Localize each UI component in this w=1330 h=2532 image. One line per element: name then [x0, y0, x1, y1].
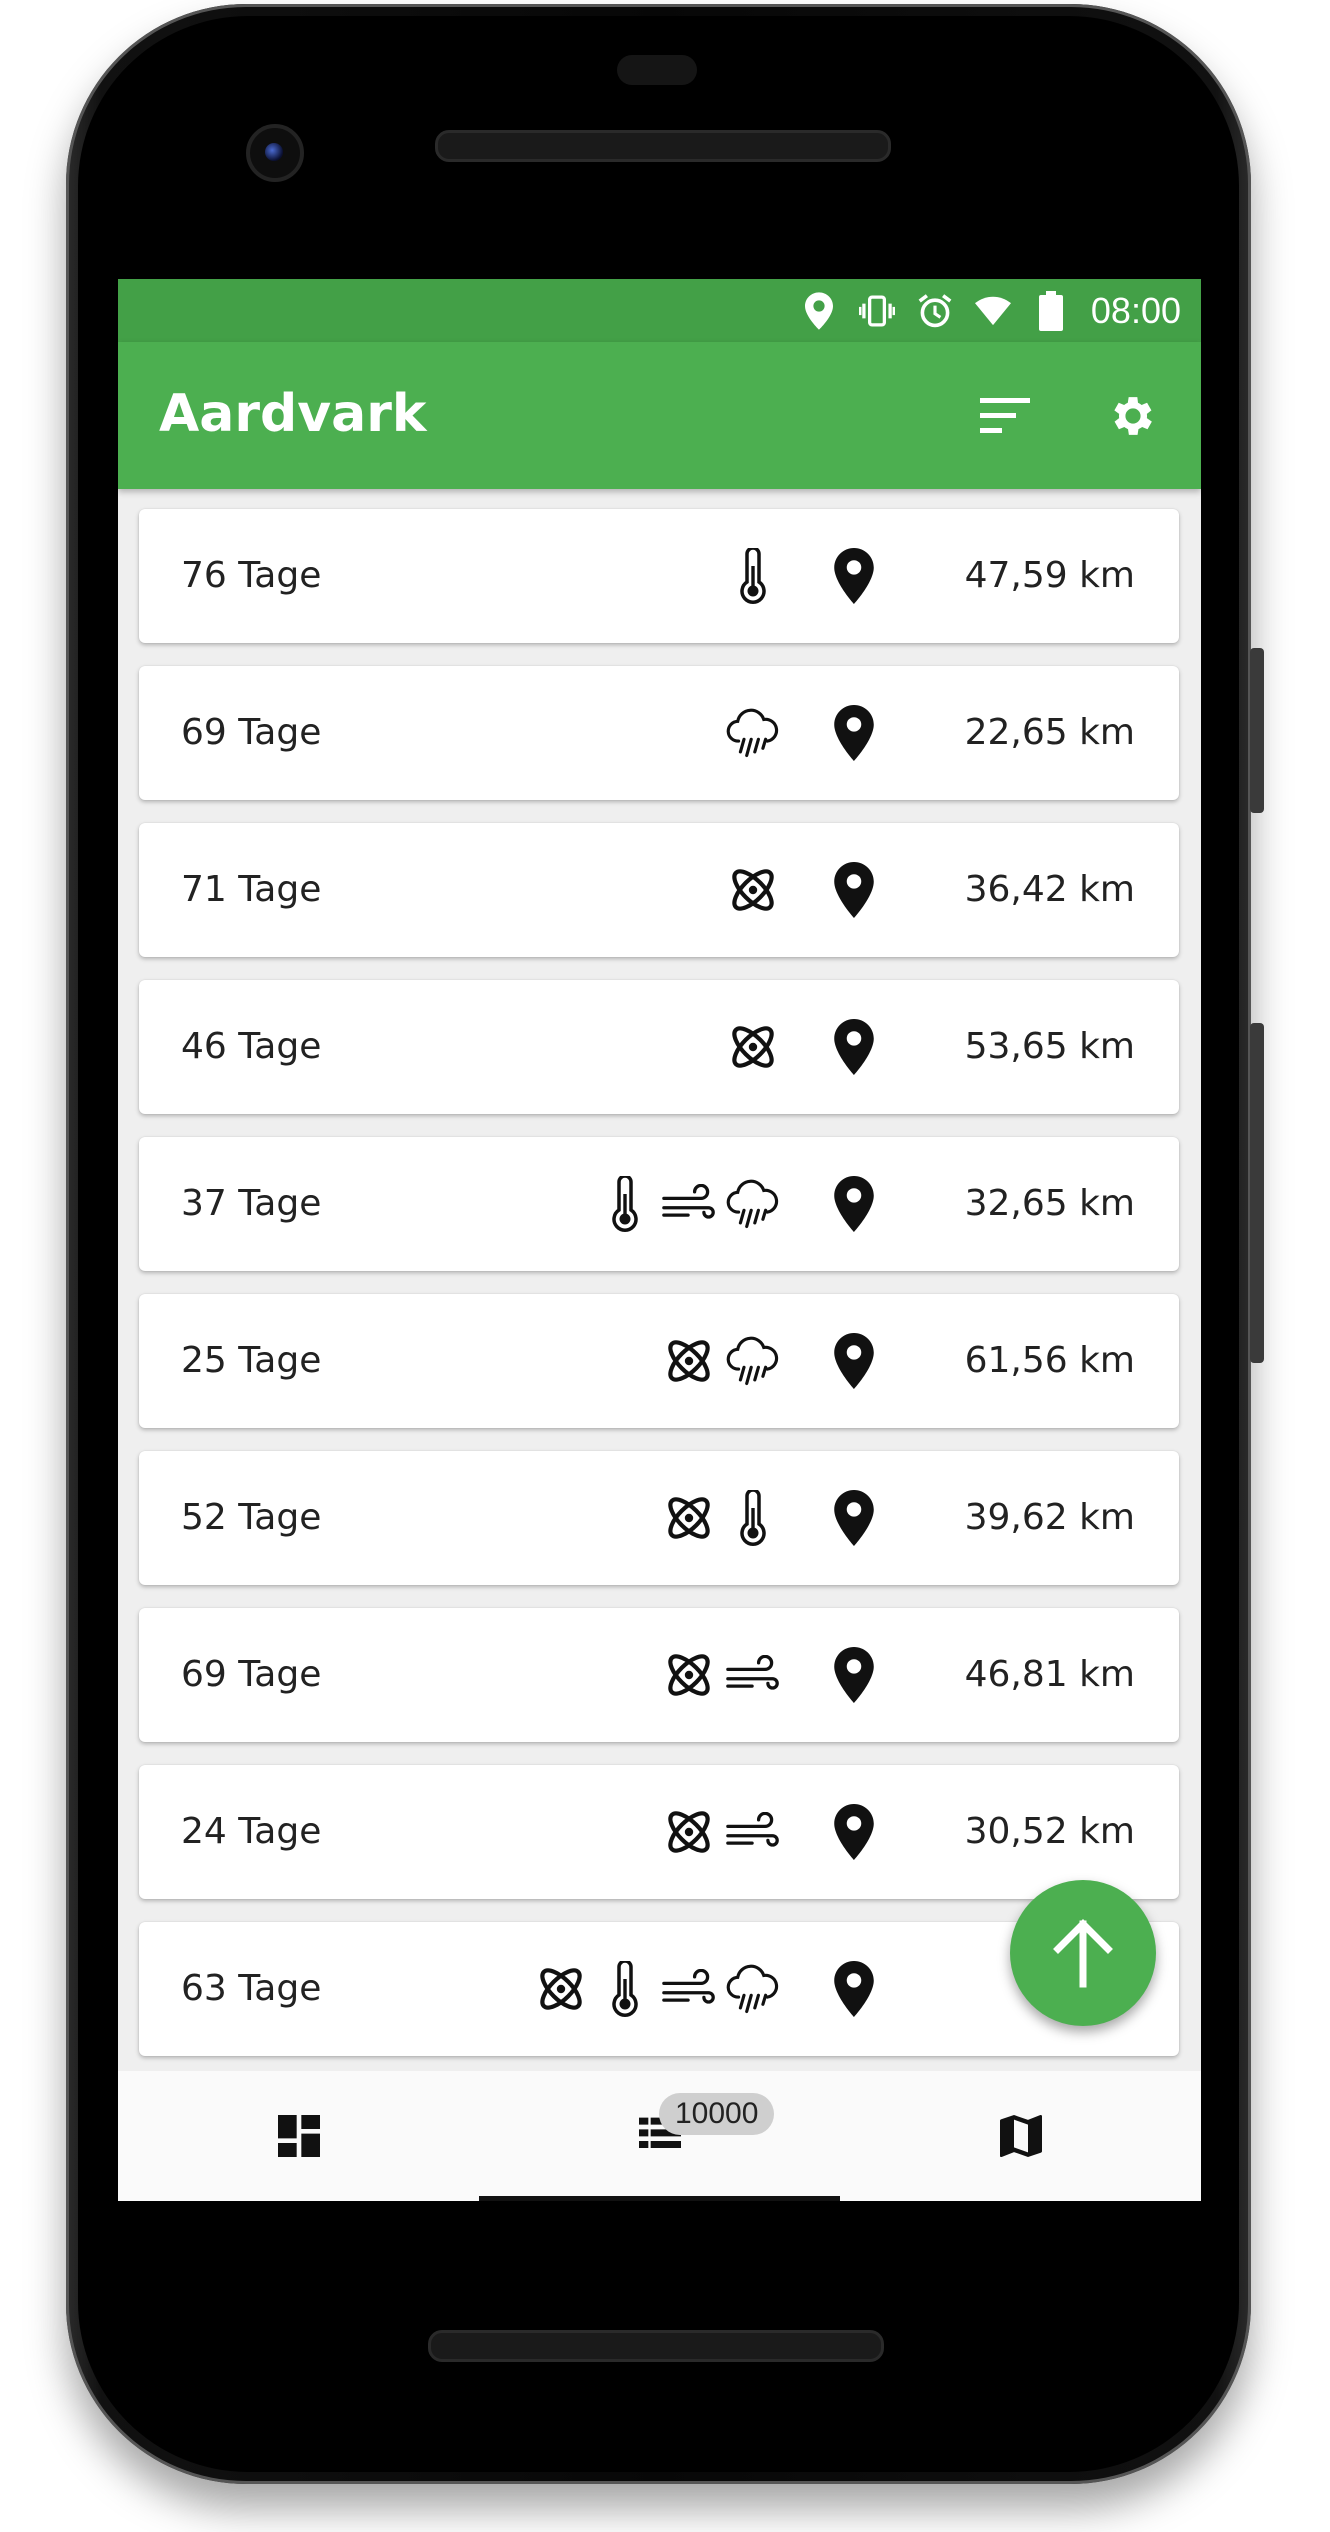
- map-icon: [999, 2115, 1042, 2157]
- map-pin-icon[interactable]: [824, 1174, 884, 1234]
- map-pin-icon[interactable]: [824, 1959, 884, 2019]
- wind-icon: [726, 1645, 780, 1705]
- gear-icon: [1114, 397, 1152, 435]
- dashboard-icon: [277, 2115, 320, 2157]
- distance-label: 53,65 km: [964, 1026, 1135, 1067]
- list-item[interactable]: 46 Tage 53,65 km: [139, 980, 1179, 1114]
- phone-earpiece: [435, 130, 891, 162]
- map-pin-icon[interactable]: [824, 1645, 884, 1705]
- wind-icon: [662, 1959, 716, 2019]
- map-pin-icon[interactable]: [824, 546, 884, 606]
- sensor-icons: [726, 823, 780, 957]
- arrow-up-icon: [1053, 1919, 1113, 1988]
- location-icon: [801, 291, 837, 331]
- days-label: 46 Tage: [181, 1026, 322, 1067]
- days-label: 52 Tage: [181, 1497, 322, 1538]
- status-time: 08:00: [1090, 289, 1181, 331]
- status-bar: 08:00: [118, 279, 1201, 342]
- radiation-icon: [662, 1645, 716, 1705]
- app-bar: Aardvark: [118, 342, 1201, 489]
- scroll-to-top-button[interactable]: [1010, 1880, 1156, 2026]
- map-pin-icon[interactable]: [824, 703, 884, 763]
- map-pin-icon[interactable]: [824, 860, 884, 920]
- sensor-icons: [662, 1765, 780, 1899]
- list-item[interactable]: 69 Tage 46,81 km: [139, 1608, 1179, 1742]
- map-pin-icon[interactable]: [824, 1017, 884, 1077]
- days-label: 25 Tage: [181, 1340, 322, 1381]
- alarm-icon: [917, 291, 953, 331]
- radiation-icon: [534, 1959, 588, 2019]
- distance-label: 47,59 km: [964, 555, 1135, 596]
- days-label: 63 Tage: [181, 1968, 322, 2009]
- radiation-icon: [726, 860, 780, 920]
- sensor-icons: [534, 1922, 780, 2056]
- distance-label: 22,65 km: [964, 712, 1135, 753]
- rain-icon: [726, 1174, 780, 1234]
- wind-icon: [726, 1802, 780, 1862]
- rain-icon: [726, 703, 780, 763]
- days-label: 71 Tage: [181, 869, 322, 910]
- days-label: 24 Tage: [181, 1811, 322, 1852]
- settings-button[interactable]: [1103, 386, 1163, 446]
- nav-list[interactable]: [479, 2071, 840, 2201]
- days-label: 37 Tage: [181, 1183, 322, 1224]
- battery-icon: [1033, 290, 1069, 331]
- sensor-icons: [726, 666, 780, 800]
- thermometer-icon: [598, 1174, 652, 1234]
- radiation-icon: [662, 1331, 716, 1391]
- phone-side-button: [1250, 648, 1264, 813]
- list-item[interactable]: 52 Tage 39,62 km: [139, 1451, 1179, 1585]
- thermometer-icon: [598, 1959, 652, 2019]
- thermometer-icon: [726, 1488, 780, 1548]
- nav-map[interactable]: [840, 2071, 1201, 2201]
- list-item[interactable]: 24 Tage 30,52 km: [139, 1765, 1179, 1899]
- radiation-icon: [662, 1802, 716, 1862]
- rain-icon: [726, 1331, 780, 1391]
- distance-label: 32,65 km: [964, 1183, 1135, 1224]
- radiation-icon: [726, 1017, 780, 1077]
- list-item[interactable]: 76 Tage 47,59 km: [139, 509, 1179, 643]
- radiation-icon: [662, 1488, 716, 1548]
- vibrate-icon: [858, 291, 895, 331]
- distance-label: 39,62 km: [964, 1497, 1135, 1538]
- sensor-icons: [662, 1294, 780, 1428]
- front-camera: [246, 124, 304, 182]
- map-pin-icon[interactable]: [824, 1331, 884, 1391]
- list-item[interactable]: 71 Tage 36,42 km: [139, 823, 1179, 957]
- bottom-navigation: 10000: [118, 2071, 1201, 2201]
- list-item[interactable]: 25 Tage 61,56 km: [139, 1294, 1179, 1428]
- thermometer-icon: [726, 546, 780, 606]
- list-item[interactable]: 37 Tage 32,65 km: [139, 1137, 1179, 1271]
- sort-button[interactable]: [976, 386, 1036, 446]
- distance-label: 30,52 km: [964, 1811, 1135, 1852]
- sort-icon: [980, 398, 1030, 433]
- sensor-icons: [598, 1137, 780, 1271]
- map-pin-icon[interactable]: [824, 1802, 884, 1862]
- sensor-icons: [726, 509, 780, 643]
- map-pin-icon[interactable]: [824, 1488, 884, 1548]
- wind-icon: [662, 1174, 716, 1234]
- sensor-icons: [726, 980, 780, 1114]
- count-badge: 10000: [659, 2093, 775, 2135]
- phone-volume-button: [1250, 1023, 1264, 1363]
- days-label: 76 Tage: [181, 555, 322, 596]
- days-label: 69 Tage: [181, 712, 322, 753]
- distance-label: 61,56 km: [964, 1340, 1135, 1381]
- wifi-icon: [974, 291, 1011, 331]
- rain-icon: [726, 1959, 780, 2019]
- days-label: 69 Tage: [181, 1654, 322, 1695]
- distance-label: 36,42 km: [964, 869, 1135, 910]
- nav-dashboard[interactable]: [118, 2071, 479, 2201]
- phone-sensor: [617, 55, 697, 85]
- distance-label: 46,81 km: [964, 1654, 1135, 1695]
- sensor-icons: [662, 1451, 780, 1585]
- app-screen: 08:00 Aardvark 76 Tage 47,59 km 69 Tage 22,…: [118, 279, 1201, 2201]
- app-title: Aardvark: [159, 384, 427, 444]
- list-item[interactable]: 69 Tage 22,65 km: [139, 666, 1179, 800]
- station-list: 76 Tage 47,59 km 69 Tage 22,65 km 71 Tage 36,…: [139, 509, 1179, 2079]
- phone-speaker: [428, 2330, 884, 2362]
- sensor-icons: [662, 1608, 780, 1742]
